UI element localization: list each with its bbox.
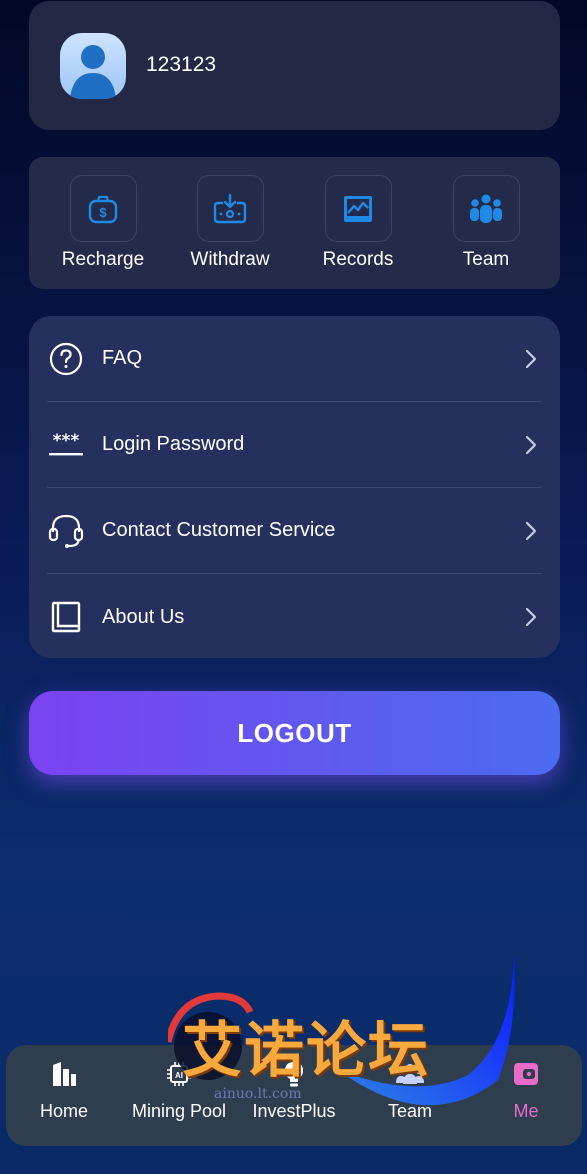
- recharge-label: Recharge: [61, 249, 145, 270]
- quick-actions-card: $ Recharge Withdraw Records Team: [29, 157, 560, 289]
- settings-menu: FAQ *** Login Password Contact Customer …: [29, 316, 560, 658]
- book-icon: [47, 598, 85, 636]
- building-icon: [49, 1059, 79, 1089]
- tab-label-me: Me: [513, 1101, 539, 1121]
- tab-investplus[interactable]: $ InvestPlus: [244, 1059, 344, 1139]
- svg-text:$: $: [291, 1067, 297, 1078]
- recharge-icon-box: $: [69, 175, 137, 242]
- chevron-right-icon: [525, 521, 537, 540]
- chart-records-icon: [344, 195, 372, 222]
- menu-label-faq: FAQ: [102, 347, 143, 369]
- withdraw-icon-box: [196, 175, 264, 242]
- records-icon-box: [324, 175, 392, 242]
- ai-chip-icon: AI: [164, 1059, 194, 1089]
- lightbulb-dollar-icon: $: [279, 1059, 309, 1089]
- team-icon: [395, 1059, 425, 1089]
- chevron-right-icon: [525, 349, 537, 368]
- tab-label-investplus: InvestPlus: [252, 1101, 336, 1121]
- team-label: Team: [462, 249, 510, 270]
- menu-item-about-us[interactable]: About Us: [47, 574, 541, 660]
- password-icon: ***: [47, 426, 85, 464]
- username: 123123: [146, 53, 217, 76]
- user-silhouette-icon: [70, 45, 116, 99]
- withdraw-button[interactable]: Withdraw: [175, 175, 285, 275]
- team-icon-box: [452, 175, 520, 242]
- tab-label-team: Team: [387, 1101, 432, 1121]
- chevron-right-icon: [525, 607, 537, 627]
- tab-team[interactable]: Team: [380, 1059, 440, 1139]
- wallet-icon: [511, 1059, 541, 1089]
- logout-button[interactable]: LOGOUT: [29, 691, 560, 775]
- chevron-right-icon: [525, 435, 537, 454]
- tab-mining-pool[interactable]: AI Mining Pool: [124, 1059, 234, 1139]
- withdraw-icon: [213, 193, 247, 223]
- recharge-button[interactable]: $ Recharge: [48, 175, 158, 275]
- question-circle-icon: [47, 340, 85, 378]
- bottom-tab-bar: Home AI Mining Pool $ InvestPlus Team Me: [6, 1045, 582, 1146]
- svg-text:$: $: [99, 205, 107, 220]
- menu-label-login-password: Login Password: [102, 433, 245, 455]
- wallet-dollar-icon: $: [88, 195, 118, 223]
- profile-card: 123123: [29, 1, 560, 130]
- tab-me[interactable]: Me: [496, 1059, 556, 1139]
- menu-label-contact-service: Contact Customer Service: [102, 519, 336, 541]
- menu-item-contact-service[interactable]: Contact Customer Service: [47, 488, 541, 574]
- menu-item-login-password[interactable]: *** Login Password: [47, 402, 541, 488]
- tab-label-home: Home: [39, 1101, 88, 1121]
- svg-text:AI: AI: [175, 1071, 183, 1080]
- records-label: Records: [322, 249, 394, 270]
- team-button[interactable]: Team: [431, 175, 541, 275]
- team-icon: [470, 194, 502, 223]
- menu-label-about-us: About Us: [102, 605, 185, 628]
- svg-text:***: ***: [53, 431, 80, 451]
- records-button[interactable]: Records: [303, 175, 413, 275]
- menu-item-faq[interactable]: FAQ: [47, 316, 541, 402]
- tab-label-mining-pool: Mining Pool: [131, 1101, 227, 1121]
- avatar[interactable]: [60, 33, 126, 99]
- withdraw-label: Withdraw: [190, 249, 270, 270]
- tab-home[interactable]: Home: [34, 1059, 94, 1139]
- headset-icon: [47, 512, 85, 550]
